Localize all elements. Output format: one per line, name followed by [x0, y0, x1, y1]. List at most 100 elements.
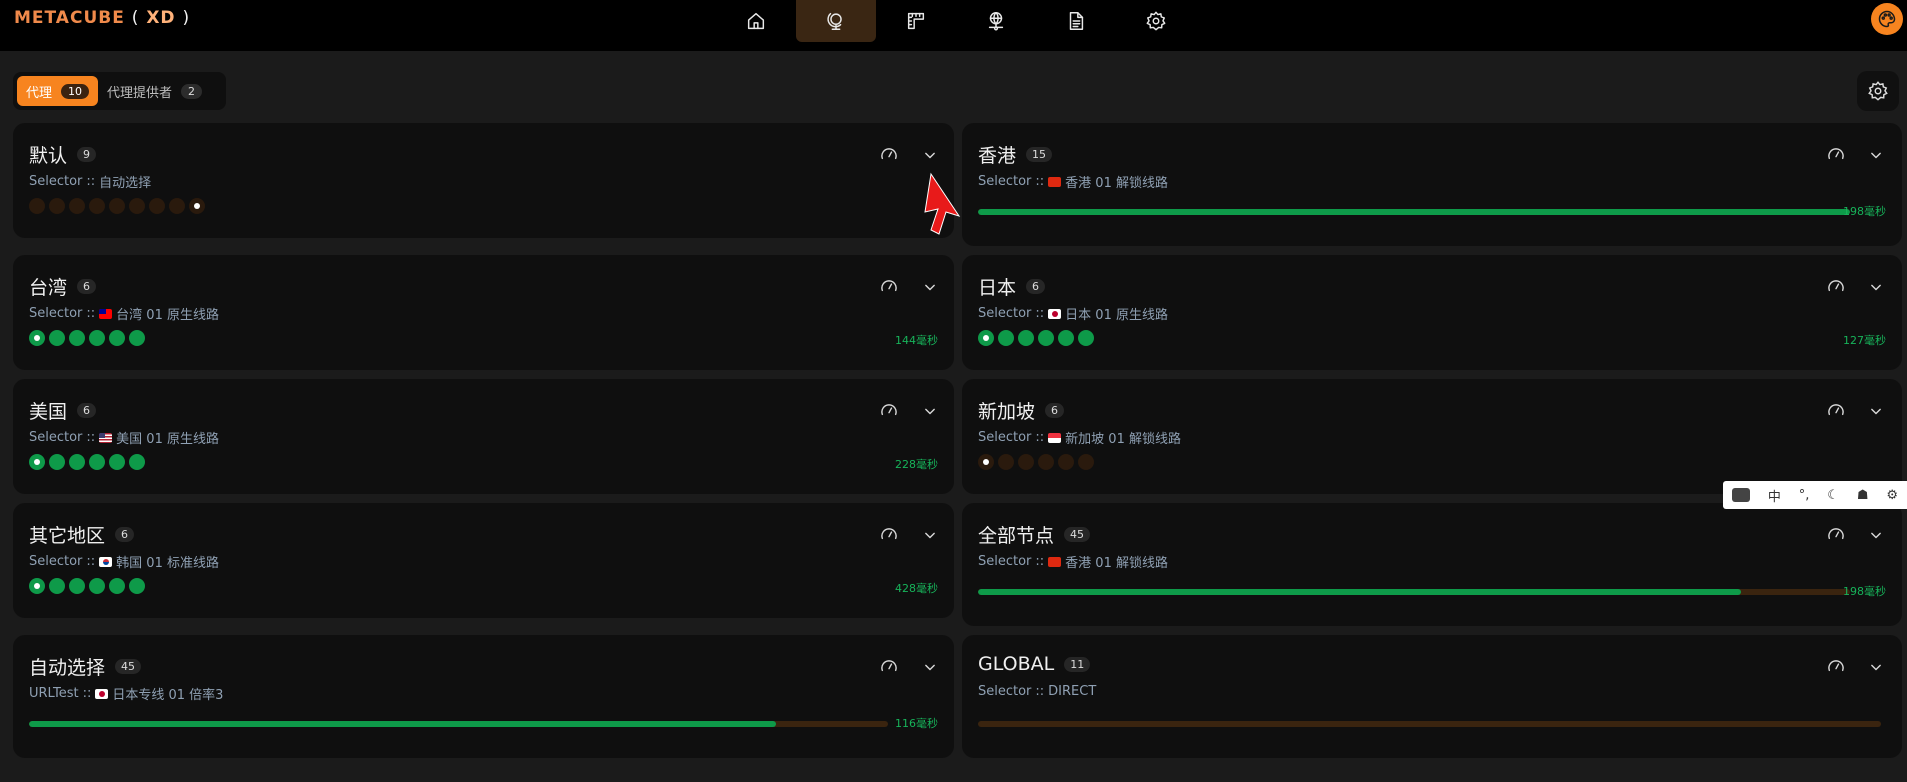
ime-skin-icon[interactable]: ☗ [1857, 488, 1869, 503]
node-dot[interactable] [129, 330, 145, 346]
latency-test-button[interactable] [1826, 657, 1846, 677]
ime-moon-icon[interactable]: ☾ [1827, 488, 1839, 503]
node-dot-selected[interactable] [29, 578, 45, 594]
ime-settings-icon[interactable]: ⚙ [1886, 488, 1898, 503]
cursor-arrow-icon [924, 172, 961, 235]
chevron-down-icon [925, 664, 935, 671]
node-dot[interactable] [69, 330, 85, 346]
proxy-group-card[interactable]: 默认 9 Selector :: 自动选择 [13, 123, 954, 238]
node-dot[interactable] [998, 330, 1014, 346]
node-dot[interactable] [69, 198, 85, 214]
node-dot[interactable] [49, 198, 65, 214]
nav-connections[interactable] [956, 0, 1036, 42]
expand-button[interactable] [920, 277, 940, 297]
latency-test-button[interactable] [879, 401, 899, 421]
node-dot[interactable] [1038, 454, 1054, 470]
node-dot[interactable] [109, 198, 125, 214]
node-dot[interactable] [89, 578, 105, 594]
expand-button[interactable] [920, 525, 940, 545]
proxy-group-card[interactable]: 香港 15 Selector :: 香港 01 解锁线路 198毫秒 [962, 123, 1902, 246]
expand-button[interactable] [1866, 657, 1886, 677]
nav-logs[interactable] [1036, 0, 1116, 42]
node-dot[interactable] [89, 454, 105, 470]
node-dot[interactable] [129, 578, 145, 594]
ime-logo-icon[interactable] [1731, 488, 1750, 502]
hk-flag-icon [1048, 556, 1062, 567]
node-dot[interactable] [109, 578, 125, 594]
latency-text: 198毫秒 [1843, 585, 1886, 598]
group-count-badge: 15 [1026, 147, 1053, 162]
nav-proxies[interactable] [796, 0, 876, 42]
node-dot[interactable] [1078, 330, 1094, 346]
node-dot[interactable] [1058, 454, 1074, 470]
proxy-group-card[interactable]: 新加坡 6 Selector :: 新加坡 01 解锁线路 [962, 379, 1902, 494]
proxy-settings-button[interactable] [1857, 71, 1899, 111]
node-dot[interactable] [1058, 330, 1074, 346]
expand-button[interactable] [920, 657, 940, 677]
node-dot-selected[interactable] [189, 198, 205, 214]
node-dot[interactable] [49, 578, 65, 594]
group-title: 香港 15 [978, 141, 1053, 168]
tab-proxy-providers[interactable]: 代理提供者 2 [98, 76, 211, 106]
proxy-group-card[interactable]: 其它地区 6 Selector :: 韩国 01 标准线路 428毫秒 [13, 503, 954, 618]
node-dot-selected[interactable] [29, 330, 45, 346]
kr-flag-icon [99, 556, 113, 567]
proxy-group-card[interactable]: 日本 6 Selector :: 日本 01 原生线路 127毫秒 [962, 255, 1902, 370]
node-dot-selected[interactable] [978, 330, 994, 346]
expand-button[interactable] [1866, 525, 1886, 545]
group-count-badge: 6 [77, 279, 97, 294]
group-selection: Selector :: 韩国 01 标准线路 [29, 554, 219, 571]
theme-palette-button[interactable] [1871, 3, 1903, 35]
node-dot[interactable] [109, 454, 125, 470]
node-dot[interactable] [1018, 330, 1034, 346]
expand-button[interactable] [1866, 277, 1886, 297]
node-dot-selected[interactable] [29, 454, 45, 470]
latency-test-button[interactable] [879, 657, 899, 677]
node-dots [29, 330, 145, 346]
group-selection: Selector :: 美国 01 原生线路 [29, 430, 219, 447]
node-dot[interactable] [998, 454, 1014, 470]
node-dot[interactable] [129, 198, 145, 214]
latency-text: 116毫秒 [895, 717, 938, 730]
latency-test-button[interactable] [1826, 277, 1846, 297]
group-selection: URLTest :: 日本专线 01 倍率3 [29, 686, 224, 703]
node-dot[interactable] [1078, 454, 1094, 470]
nav-settings[interactable] [1116, 0, 1196, 42]
node-dot[interactable] [49, 454, 65, 470]
node-dot[interactable] [1018, 454, 1034, 470]
proxy-group-card[interactable]: GLOBAL 11 Selector :: DIRECT [962, 635, 1902, 758]
latency-test-button[interactable] [1826, 145, 1846, 165]
node-dot[interactable] [29, 198, 45, 214]
nav-home[interactable] [716, 0, 796, 42]
tab-proxies[interactable]: 代理 10 [17, 76, 99, 106]
latency-test-button[interactable] [879, 145, 899, 165]
node-dot[interactable] [129, 454, 145, 470]
latency-bar [978, 721, 1881, 727]
latency-test-button[interactable] [879, 277, 899, 297]
node-dots [29, 454, 145, 470]
expand-button[interactable] [920, 145, 940, 165]
node-dot[interactable] [1038, 330, 1054, 346]
latency-test-button[interactable] [1826, 525, 1846, 545]
node-dot[interactable] [89, 198, 105, 214]
proxy-group-card[interactable]: 全部节点 45 Selector :: 香港 01 解锁线路 198毫秒 [962, 503, 1902, 626]
node-dot-selected[interactable] [978, 454, 994, 470]
node-dot[interactable] [89, 330, 105, 346]
node-dot[interactable] [69, 578, 85, 594]
expand-button[interactable] [920, 401, 940, 421]
node-dot[interactable] [149, 198, 165, 214]
node-dot[interactable] [109, 330, 125, 346]
expand-button[interactable] [1866, 145, 1886, 165]
latency-test-button[interactable] [879, 525, 899, 545]
expand-button[interactable] [1866, 401, 1886, 421]
ime-language-toggle[interactable]: 中 [1768, 486, 1781, 505]
ime-punctuation-toggle[interactable]: °, [1799, 488, 1810, 503]
proxy-group-card[interactable]: 台湾 6 Selector :: 台湾 01 原生线路 144毫秒 [13, 255, 954, 370]
nav-rules[interactable] [876, 0, 956, 42]
proxy-group-card[interactable]: 自动选择 45 URLTest :: 日本专线 01 倍率3 116毫秒 [13, 635, 954, 758]
node-dot[interactable] [69, 454, 85, 470]
proxy-group-card[interactable]: 美国 6 Selector :: 美国 01 原生线路 228毫秒 [13, 379, 954, 494]
node-dot[interactable] [49, 330, 65, 346]
node-dot[interactable] [169, 198, 185, 214]
latency-test-button[interactable] [1826, 401, 1846, 421]
